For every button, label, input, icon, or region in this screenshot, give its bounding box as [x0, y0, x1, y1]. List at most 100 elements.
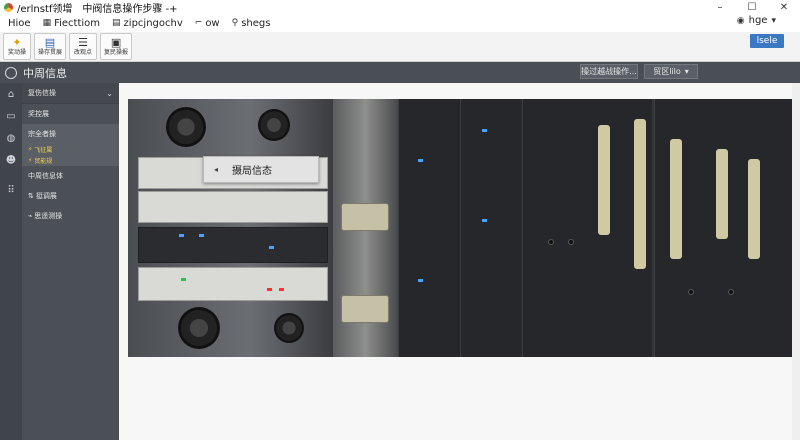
menu-item-label: ow [205, 17, 220, 29]
monitor-icon[interactable]: ▭ [0, 105, 22, 127]
status-led [482, 129, 487, 132]
status-led [267, 288, 272, 291]
person-icon[interactable]: ☻ [0, 149, 22, 171]
bolt-icon: ⚡ [28, 157, 33, 164]
rack-panel [398, 99, 458, 357]
menu-item-home[interactable]: Hioe [8, 18, 31, 29]
status-led [181, 278, 186, 281]
device-icon: ▣ [110, 35, 122, 49]
tool-button-label: 改观点 [74, 48, 93, 56]
status-led [179, 234, 184, 237]
signal-icon: ⌁ [28, 212, 33, 220]
user-menu[interactable]: ◉ hge ▾ [737, 15, 776, 26]
equipment-image: ◂ 摄局信态 [128, 99, 792, 357]
star-icon: ✦ [12, 35, 22, 49]
panel-switch [568, 239, 574, 245]
rack-unit [138, 191, 328, 223]
window-title: /erlnstf领增 中阀信息操作步骤 -+ [17, 3, 178, 15]
cable [634, 119, 646, 269]
stack-icon: ☰ [78, 35, 88, 49]
rack-unit [138, 267, 328, 301]
status-led [199, 234, 204, 237]
sidebar-item-4[interactable]: ⇅ 挺调展 [22, 186, 119, 206]
menu-bar: Hioe ▦ Fiecttiom ▤ zipcjngochv ⌐ ow ⚲ sh… [0, 14, 800, 32]
sidebar-subitem-2[interactable]: ⚡ 贸能规 [22, 155, 119, 166]
grid-icon: ▦ [42, 18, 52, 28]
globe-icon[interactable]: ◍ [0, 127, 22, 149]
home-icon[interactable]: ⌂ [0, 83, 22, 105]
sidebar-subitem-label: 贸能规 [34, 158, 53, 165]
rack-knob [178, 307, 220, 349]
sidebar-subitem-1[interactable]: ⚡ 飞征属 [22, 144, 119, 155]
status-led [482, 219, 487, 222]
sliders-icon: ⇅ [28, 192, 34, 200]
title-bar: /erlnstf领增 中阀信息操作步骤 -+ – ☐ ✕ [0, 0, 800, 15]
chevron-icon: ⌐ [194, 18, 203, 28]
sidebar-item-3[interactable]: 中周信息体 [22, 166, 119, 186]
sidebar-item-label: 宗全者操 [28, 130, 56, 138]
status-led [418, 159, 423, 162]
menu-item-ow[interactable]: ⌐ ow [195, 18, 220, 29]
chevron-left-icon[interactable]: ◂ [214, 165, 218, 174]
chevron-down-icon: ▾ [771, 15, 776, 26]
sidebar-item-1[interactable]: 奖控展 [22, 104, 119, 124]
app-logo-icon [4, 2, 13, 12]
sidebar-item-2[interactable]: 宗全者操 [22, 124, 119, 144]
chevron-down-icon: ⌄ [106, 88, 113, 98]
sidebar-section-label: 复伤信操 [28, 89, 56, 97]
menu-item-label: Hioe [8, 17, 31, 29]
icon-rail: ⌂ ▭ ◍ ☻ ⠿ [0, 83, 22, 440]
cable [716, 149, 728, 239]
rack-right [398, 99, 792, 357]
status-led [279, 288, 284, 291]
pin-icon: ⚲ [231, 18, 239, 28]
rack-knob [274, 313, 304, 343]
rack-panel [460, 99, 520, 357]
sidebar-item-label: 挺调展 [35, 192, 57, 200]
sidebar-item-label: 思遥测操 [34, 212, 63, 220]
rack-knob [166, 107, 206, 147]
menu-item-shegs[interactable]: ⚲ shegs [232, 18, 271, 29]
tool-button-label: 复民操报 [104, 48, 129, 56]
cable [598, 125, 610, 235]
sidebar: 复伤信操 ⌄ 奖控展 宗全者操 ⚡ 飞征属 ⚡ 贸能规 中周信息体 ⇅ 挺调展 … [22, 83, 119, 440]
vertical-scrollbar[interactable] [792, 83, 800, 440]
menu-item-function[interactable]: ▦ Fiecttiom [43, 18, 100, 29]
header-dropdown[interactable]: 贸区lilo ▾ [644, 64, 698, 79]
status-led [269, 246, 274, 249]
close-button[interactable]: ✕ [768, 0, 800, 14]
rack-panel [522, 99, 652, 357]
tooltip-text: 摄局信态 [232, 166, 273, 177]
maximize-button[interactable]: ☐ [736, 0, 768, 14]
rack-unit [138, 227, 328, 263]
cable [670, 139, 682, 259]
menu-item-label: shegs [241, 17, 271, 29]
primary-action-button[interactable]: lsele [750, 34, 784, 48]
user-name: hge [748, 15, 768, 26]
menu-item-zipcjngochv[interactable]: ▤ zipcjngochv [112, 18, 183, 29]
tool-button-2[interactable]: ▤ 操存贯展 [34, 33, 67, 60]
window-controls: – ☐ ✕ [704, 0, 800, 14]
tool-button-1[interactable]: ✦ 奖动操 [3, 33, 31, 60]
minimize-button[interactable]: – [704, 0, 736, 14]
sidebar-item-label: 中周信息体 [28, 172, 63, 180]
document-icon: ▤ [44, 35, 56, 49]
bolt-icon: ⚡ [28, 146, 33, 153]
header-dropdown-label: 贸区lilo [653, 67, 681, 76]
cable [748, 159, 760, 259]
rack-left [128, 99, 333, 357]
sidebar-item-5[interactable]: ⌁ 思遥测操 [22, 206, 119, 226]
main-content: ◂ 摄局信态 [119, 83, 800, 440]
tool-button-4[interactable]: ▣ 复民操报 [100, 33, 133, 60]
sidebar-subitem-label: 飞征属 [34, 147, 53, 154]
menu-item-label: Fiecttiom [54, 17, 101, 29]
menu-item-label: zipcjngochv [123, 17, 183, 29]
grid-icon[interactable]: ⠿ [0, 179, 22, 201]
rack-connector [341, 295, 389, 323]
info-tooltip: ◂ 摄局信态 [203, 156, 319, 183]
page-header: 中周信息 操过越战操作... 贸区lilo ▾ [0, 62, 800, 83]
tool-button-3[interactable]: ☰ 改观点 [69, 33, 98, 60]
sidebar-section-header[interactable]: 复伤信操 ⌄ [22, 83, 119, 104]
rack-middle [333, 99, 398, 357]
header-action-button[interactable]: 操过越战操作... [580, 64, 638, 79]
